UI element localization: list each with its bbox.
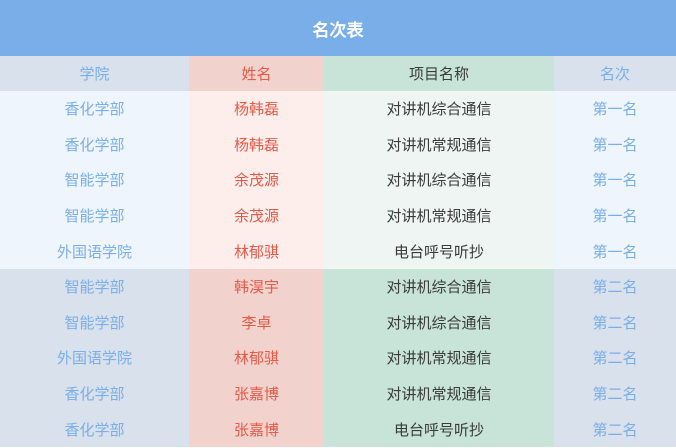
table-row: 香化学部 杨韩磊 对讲机综合通信 第一名	[0, 91, 676, 127]
cell-rank: 第二名	[554, 375, 676, 412]
table-row: 智能学部 李卓 对讲机综合通信 第二名	[0, 304, 676, 341]
column-header-name[interactable]: 姓名	[189, 56, 324, 91]
cell-project: 对讲机综合通信	[324, 268, 554, 305]
cell-name: 林郁骐	[189, 340, 324, 376]
cell-rank: 第二名	[554, 340, 676, 376]
cell-college: 外国语学院	[0, 340, 189, 376]
header-row: 学院 姓名 项目名称 名次	[0, 56, 676, 91]
cell-rank: 第一名	[554, 162, 676, 198]
table-header: 学院 姓名 项目名称 名次	[0, 56, 676, 91]
cell-name: 杨韩磊	[189, 126, 324, 163]
cell-rank: 第二名	[554, 268, 676, 305]
cell-rank: 第一名	[554, 126, 676, 163]
cell-rank: 第一名	[554, 233, 676, 269]
column-header-project[interactable]: 项目名称	[324, 56, 554, 91]
cell-college: 外国语学院	[0, 233, 189, 269]
cell-name: 杨韩磊	[189, 91, 324, 127]
cell-rank: 第二名	[554, 304, 676, 341]
cell-rank: 第一名	[554, 91, 676, 127]
cell-project: 对讲机常规通信	[324, 375, 554, 412]
table-row: 香化学部 张嘉博 对讲机常规通信 第二名	[0, 375, 676, 412]
table-body: 香化学部 杨韩磊 对讲机综合通信 第一名 香化学部 杨韩磊 对讲机常规通信 第一…	[0, 91, 676, 447]
cell-rank: 第二名	[554, 411, 676, 447]
table-row: 外国语学院 林郁骐 对讲机常规通信 第二名	[0, 340, 676, 376]
table-row: 外国语学院 林郁骐 电台呼号听抄 第一名	[0, 233, 676, 269]
cell-project: 电台呼号听抄	[324, 233, 554, 269]
ranking-page: 名次表 学院 姓名 项目名称 名次 香化学部 杨韩磊 对讲机综合通信 第一名 香…	[0, 0, 676, 448]
table-row: 智能学部 韩淏宇 对讲机综合通信 第二名	[0, 268, 676, 305]
cell-rank: 第一名	[554, 197, 676, 234]
cell-college: 香化学部	[0, 375, 189, 412]
cell-name: 余茂源	[189, 162, 324, 198]
cell-college: 香化学部	[0, 126, 189, 163]
cell-project: 对讲机综合通信	[324, 91, 554, 127]
table-row: 香化学部 张嘉博 电台呼号听抄 第二名	[0, 411, 676, 447]
table-row: 智能学部 余茂源 对讲机综合通信 第一名	[0, 162, 676, 198]
cell-name: 张嘉博	[189, 375, 324, 412]
page-title: 名次表	[312, 20, 364, 41]
column-header-rank[interactable]: 名次	[554, 56, 676, 91]
cell-name: 张嘉博	[189, 411, 324, 447]
cell-college: 智能学部	[0, 197, 189, 234]
ranking-table: 学院 姓名 项目名称 名次 香化学部 杨韩磊 对讲机综合通信 第一名 香化学部 …	[0, 56, 676, 447]
cell-name: 韩淏宇	[189, 268, 324, 305]
cell-name: 林郁骐	[189, 233, 324, 269]
cell-name: 李卓	[189, 304, 324, 341]
cell-project: 电台呼号听抄	[324, 411, 554, 447]
cell-college: 智能学部	[0, 162, 189, 198]
cell-college: 智能学部	[0, 304, 189, 341]
table-row: 香化学部 杨韩磊 对讲机常规通信 第一名	[0, 126, 676, 163]
cell-project: 对讲机综合通信	[324, 162, 554, 198]
cell-project: 对讲机常规通信	[324, 340, 554, 376]
cell-project: 对讲机常规通信	[324, 197, 554, 234]
column-header-college[interactable]: 学院	[0, 56, 189, 91]
cell-college: 智能学部	[0, 268, 189, 305]
cell-project: 对讲机综合通信	[324, 304, 554, 341]
table-row: 智能学部 余茂源 对讲机常规通信 第一名	[0, 197, 676, 234]
cell-college: 香化学部	[0, 91, 189, 127]
title-bar: 名次表	[0, 0, 676, 56]
cell-name: 余茂源	[189, 197, 324, 234]
cell-project: 对讲机常规通信	[324, 126, 554, 163]
cell-college: 香化学部	[0, 411, 189, 447]
